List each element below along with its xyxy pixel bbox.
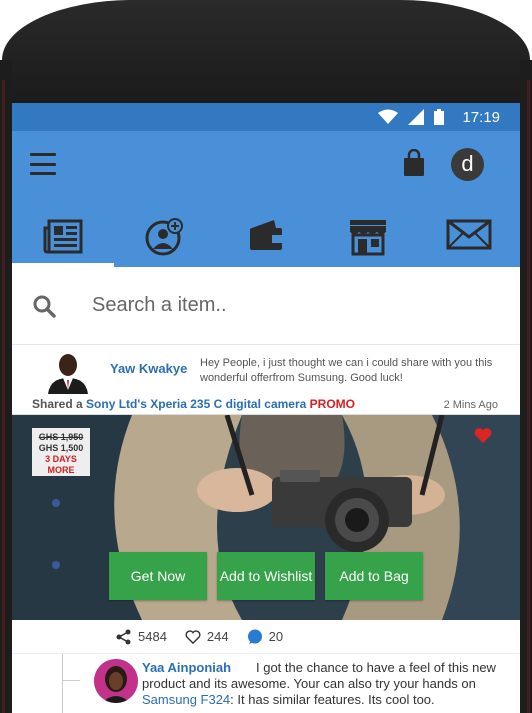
share-count: 5484 [138, 629, 167, 644]
share-stat[interactable]: 5484 [116, 629, 167, 645]
search-icon[interactable] [32, 294, 56, 318]
comment-stat[interactable]: 20 [247, 629, 283, 645]
app-screen: 17:19 d Search a item.. Yaw Kwakye Hey P… [12, 103, 520, 713]
wifi-icon [378, 109, 399, 124]
heart-outline-icon [185, 629, 201, 644]
comment-tail: : It has similar features. Its cool too. [230, 692, 435, 707]
search-bar [12, 267, 520, 345]
tab-friends[interactable] [114, 214, 216, 267]
product-image[interactable]: GHS 1,950 GHS 1,500 3 DAYS MORE Get Now … [12, 415, 520, 620]
comment-item: Yaa Ainponiah I got the chance to have a… [12, 654, 520, 713]
user-avatar[interactable]: d [451, 148, 484, 181]
store-icon [349, 220, 386, 256]
battery-icon [434, 109, 445, 125]
poster-avatar[interactable] [44, 350, 88, 394]
phone-bezel-top [2, 0, 530, 110]
add-to-bag-button[interactable]: Add to Bag [325, 552, 423, 600]
thread-line [62, 654, 63, 713]
mail-icon [446, 219, 492, 250]
add-to-wishlist-button[interactable]: Add to Wishlist [217, 552, 315, 600]
comment-product-link[interactable]: Samsung F324 [142, 692, 230, 707]
hamburger-icon[interactable] [30, 153, 56, 175]
phone-edge-left [2, 80, 5, 713]
shared-prefix: Shared a [32, 397, 83, 411]
shopping-bag-icon[interactable] [402, 149, 426, 177]
tab-news[interactable] [12, 214, 114, 267]
add-user-icon [145, 218, 184, 256]
post-stats: 5484 244 20 [12, 620, 520, 654]
comment-count: 20 [268, 629, 284, 644]
comment-body: I got the chance to have a feel of this … [142, 660, 496, 691]
post-message: Hey People, i just thought we can i coul… [200, 357, 493, 384]
like-stat[interactable]: 244 [185, 629, 229, 644]
status-bar: 17:19 [12, 103, 520, 131]
comment-text: I got the chance to have a feel of this … [142, 660, 502, 708]
price-tag: GHS 1,950 GHS 1,500 3 DAYS MORE [32, 428, 90, 476]
comment-icon [247, 629, 262, 644]
promo-badge: PROMO [309, 397, 355, 411]
heart-icon[interactable] [474, 427, 492, 443]
wallet-icon [249, 220, 282, 250]
tab-wallet[interactable] [215, 214, 317, 267]
phone-bezel-right [520, 60, 532, 713]
action-buttons: Get Now Add to Wishlist Add to Bag [109, 552, 423, 600]
days-more: MORE [47, 465, 75, 475]
phone-frame: 17:19 d Search a item.. Yaw Kwakye Hey P… [0, 0, 532, 713]
thread-connector [62, 680, 80, 681]
search-input[interactable] [92, 294, 472, 317]
newspaper-icon [43, 219, 83, 254]
post-time: 2 Mins Ago [443, 399, 498, 411]
old-price: GHS 1,950 [38, 432, 84, 442]
post-header: Yaw Kwakye Hey People, i just thought we… [12, 345, 520, 415]
poster-name[interactable]: Yaw Kwakye [110, 361, 187, 376]
days-left: 3 DAYS [45, 454, 77, 464]
status-time: 17:19 [462, 108, 500, 126]
shared-product-link[interactable]: Sony Ltd's Xperia 235 C digital camera [86, 397, 306, 411]
share-icon [116, 629, 131, 644]
nav-tabs [12, 214, 520, 267]
tab-messages[interactable] [418, 214, 520, 267]
new-price: GHS 1,500 [38, 443, 84, 453]
get-now-button[interactable]: Get Now [109, 552, 207, 600]
shared-line: Shared a Sony Ltd's Xperia 235 C digital… [32, 397, 355, 411]
like-count: 244 [206, 629, 229, 644]
commenter-avatar[interactable] [94, 659, 138, 703]
app-header: d [12, 131, 520, 267]
phone-edge-right [527, 80, 530, 713]
signal-icon [408, 109, 425, 125]
tab-store[interactable] [317, 214, 419, 267]
